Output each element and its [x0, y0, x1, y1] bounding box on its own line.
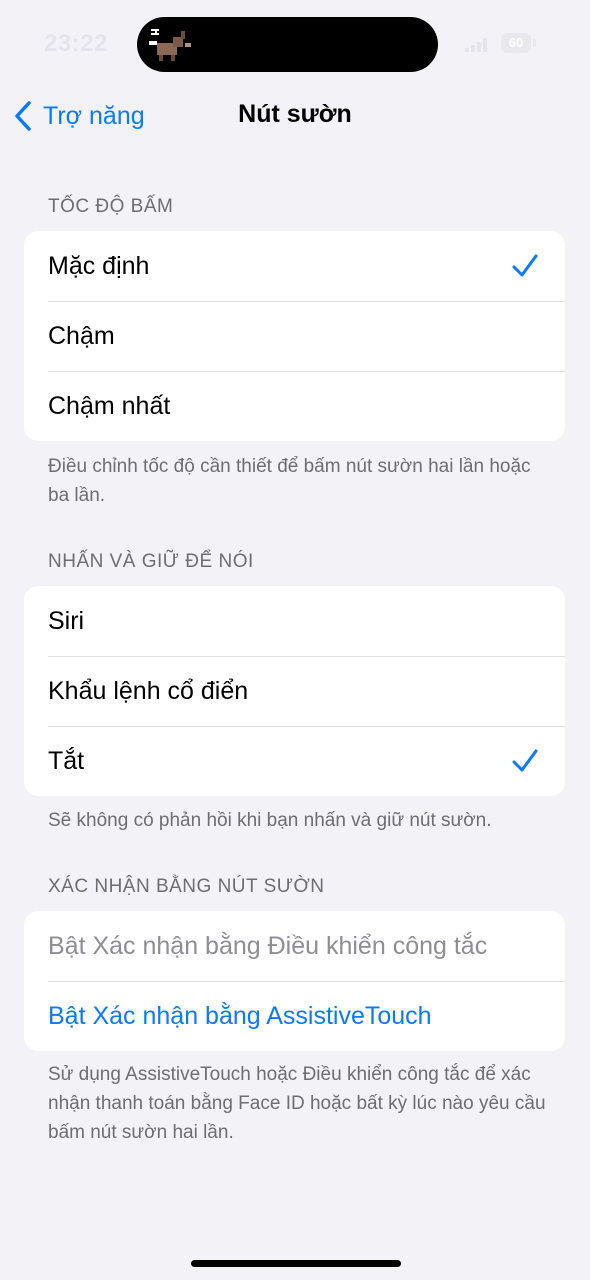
- click-speed-group: Mặc định Chậm Chậm nhất: [24, 231, 565, 441]
- live-activity-icon: [149, 29, 191, 61]
- battery-icon: 60: [501, 33, 531, 53]
- option-siri[interactable]: Siri: [24, 586, 565, 656]
- battery-cap: [533, 39, 536, 47]
- option-label: Chậm nhất: [48, 391, 171, 420]
- option-label: Siri: [48, 606, 85, 635]
- status-bar: 23:22 60: [0, 0, 590, 90]
- navigation-bar: Trợ năng Nút sườn: [0, 90, 590, 140]
- section-footer-press-hold: Sẽ không có phản hồi khi bạn nhấn và giữ…: [48, 810, 492, 831]
- switch-control-confirm-button[interactable]: Bật Xác nhận bằng Điều khiển công tắc: [24, 911, 565, 981]
- press-hold-group: Siri Khẩu lệnh cổ điển Tắt: [24, 586, 565, 796]
- option-label: Chậm: [48, 321, 115, 350]
- option-default[interactable]: Mặc định: [24, 231, 565, 301]
- option-slowest[interactable]: Chậm nhất: [24, 371, 565, 441]
- section-footer-confirm: Sử dụng AssistiveTouch hoặc Điều khiển c…: [48, 1064, 546, 1143]
- home-indicator[interactable]: [191, 1260, 401, 1267]
- option-label: Bật Xác nhận bằng Điều khiển công tắc: [48, 931, 488, 960]
- section-footer-click-speed: Điều chỉnh tốc độ cần thiết để bấm nút s…: [48, 456, 531, 506]
- confirm-group: Bật Xác nhận bằng Điều khiển công tắc Bậ…: [24, 911, 565, 1051]
- option-label: Mặc định: [48, 251, 150, 280]
- section-header-confirm: XÁC NHẬN BẰNG NÚT SƯỜN: [48, 876, 325, 897]
- status-time: 23:22: [44, 30, 108, 57]
- section-header-click-speed: TỐC ĐỘ BẤM: [48, 196, 174, 217]
- checkmark-icon: [512, 749, 538, 772]
- option-off[interactable]: Tắt: [24, 726, 565, 796]
- dynamic-island: [137, 17, 438, 72]
- page-title: Nút sườn: [238, 100, 352, 128]
- option-classic-voice-control[interactable]: Khẩu lệnh cổ điển: [24, 656, 565, 726]
- cellular-signal-icon: [465, 38, 487, 52]
- option-slow[interactable]: Chậm: [24, 301, 565, 371]
- option-label: Khẩu lệnh cổ điển: [48, 676, 249, 705]
- assistivetouch-confirm-button[interactable]: Bật Xác nhận bằng AssistiveTouch: [24, 981, 565, 1051]
- option-label: Bật Xác nhận bằng AssistiveTouch: [48, 1001, 432, 1030]
- checkmark-icon: [512, 254, 538, 277]
- section-header-press-hold: NHẤN VÀ GIỮ ĐỂ NÓI: [48, 551, 254, 572]
- battery-level: 60: [508, 35, 524, 50]
- option-label: Tắt: [48, 746, 85, 775]
